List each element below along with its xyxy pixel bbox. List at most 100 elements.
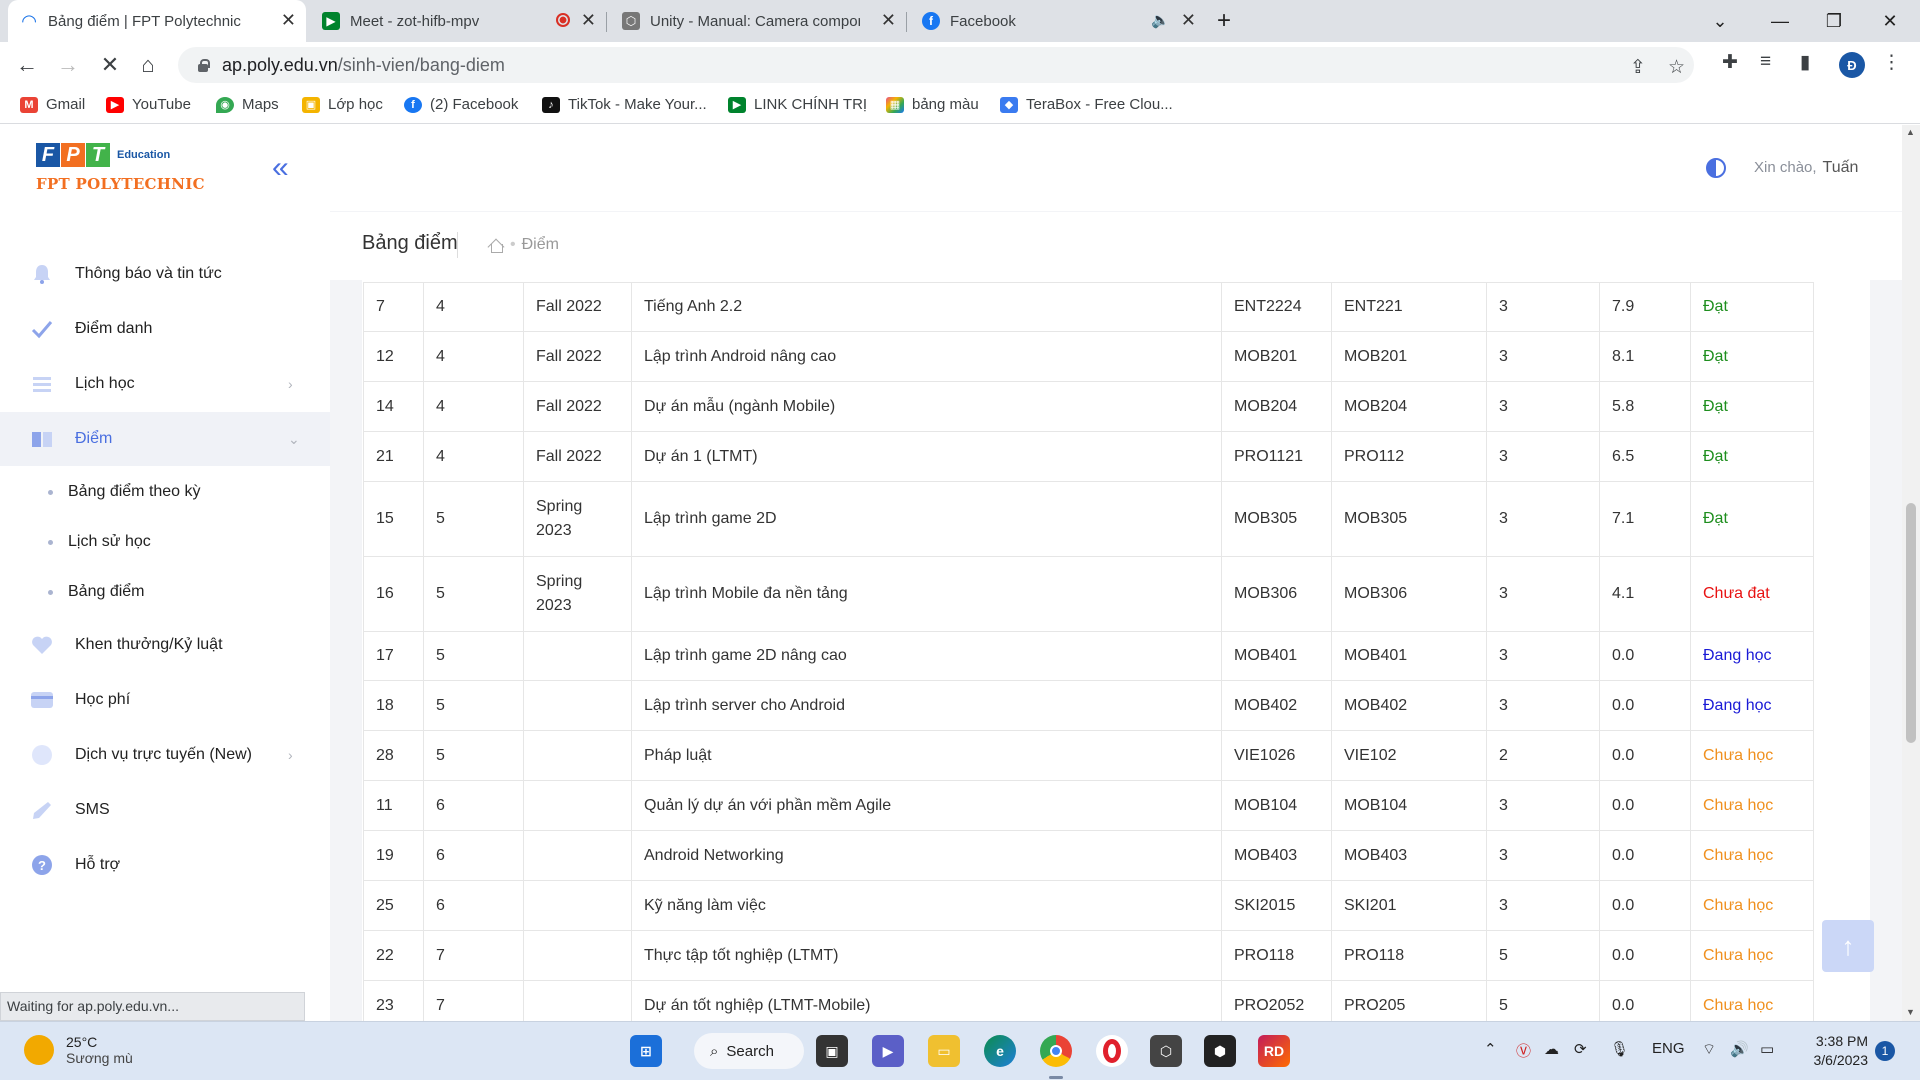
palette-icon: ▦: [886, 96, 904, 113]
share-icon[interactable]: ⇪: [1630, 56, 1646, 79]
close-tab-icon[interactable]: ✕: [1181, 10, 1196, 31]
home-button[interactable]: ⌂: [133, 50, 163, 80]
close-tab-icon[interactable]: ✕: [581, 10, 596, 31]
sidebar-subitem-transcript[interactable]: Bảng điểm: [0, 572, 330, 612]
extensions-icon[interactable]: ✚: [1722, 51, 1738, 74]
sidebar-item-support[interactable]: ? Hỗ trợ: [0, 838, 330, 892]
file-explorer-icon[interactable]: ▭: [928, 1035, 960, 1067]
taskbar-search[interactable]: ⌕ Search: [694, 1033, 804, 1069]
volume-icon[interactable]: 🔊: [1730, 1040, 1749, 1058]
close-tab-icon[interactable]: ✕: [281, 10, 296, 31]
sidebar-item-label: Điểm danh: [75, 320, 153, 337]
profile-avatar[interactable]: Đ: [1839, 52, 1865, 78]
maps-icon: ◉: [216, 96, 234, 113]
col-term: 4: [423, 381, 524, 432]
microphone-icon[interactable]: 🎙: [1610, 1040, 1629, 1058]
restore-button[interactable]: ❐: [1806, 0, 1862, 42]
sidebar-item-online-services[interactable]: Dịch vụ trực tuyến (New) ›: [0, 728, 330, 782]
media-control-icon[interactable]: ≡: [1760, 51, 1771, 73]
table-row: 25 6 Kỹ năng làm việc SKI2015 SKI201 3 0.0 Chưa…: [363, 880, 1814, 931]
sidebar-item-attendance[interactable]: Điểm danh: [0, 302, 330, 356]
bookmark-star-icon[interactable]: ☆: [1668, 56, 1685, 79]
sidebar-item-tuition[interactable]: Học phí: [0, 673, 330, 727]
col-index: 21: [363, 431, 424, 482]
tab-bang-diem[interactable]: ◠ Bảng điểm | FPT Polytechnic ✕: [8, 0, 306, 42]
breadcrumb-item[interactable]: Điểm: [522, 236, 559, 254]
scrollbar-thumb[interactable]: [1906, 503, 1916, 743]
teams-chat-icon[interactable]: ▶: [872, 1035, 904, 1067]
phone-icon: [33, 802, 51, 819]
sidebar-item-schedule[interactable]: Lịch học ›: [0, 357, 330, 411]
bookmark-gmail[interactable]: M Gmail: [20, 96, 85, 113]
bookmark-terabox[interactable]: ◆ TeraBox - Free Clou...: [1000, 96, 1173, 113]
language-indicator[interactable]: ENG: [1652, 1040, 1685, 1057]
fpt-polytechnic-logo[interactable]: FPT Education FPT POLYTECHNIC: [36, 143, 205, 193]
sync-icon[interactable]: ⟳: [1574, 1040, 1587, 1058]
home-icon[interactable]: [488, 238, 504, 253]
collapse-sidebar-icon[interactable]: «: [272, 151, 289, 185]
bookmark-link-chinh-tri[interactable]: ▶ LINK CHÍNH TRỊ: [728, 96, 867, 113]
opera-icon[interactable]: [1096, 1035, 1128, 1067]
menu-kebab-icon[interactable]: ⋮: [1882, 51, 1901, 74]
back-button[interactable]: ←: [12, 50, 42, 80]
antivirus-icon[interactable]: Ⓥ: [1516, 1040, 1531, 1061]
side-panel-icon[interactable]: ▮: [1800, 51, 1810, 74]
tab-separator: [906, 12, 907, 32]
scroll-to-top-button[interactable]: ↑: [1822, 920, 1874, 972]
bookmark-maps[interactable]: ◉ Maps: [216, 96, 279, 113]
user-greeting[interactable]: Xin chào, Tuấn: [1754, 159, 1858, 177]
stop-loading-button[interactable]: ✕: [95, 50, 125, 80]
tab-meet[interactable]: ▶ Meet - zot-hifb-mpv ✕: [310, 0, 607, 42]
chrome-icon[interactable]: [1040, 1035, 1072, 1067]
tab-search-chevron-icon[interactable]: ⌄: [1692, 0, 1748, 42]
close-tab-icon[interactable]: ✕: [881, 10, 896, 31]
close-window-button[interactable]: ✕: [1862, 0, 1918, 42]
bookmark-youtube[interactable]: ▶ YouTube: [106, 96, 191, 113]
show-hidden-icons-chevron-icon[interactable]: ⌃: [1484, 1040, 1497, 1058]
sidebar-item-notifications[interactable]: Thông báo và tin tức: [0, 247, 330, 301]
forward-button[interactable]: →: [53, 50, 83, 80]
windows-start-icon[interactable]: ⊞: [630, 1035, 662, 1067]
battery-icon[interactable]: ▭: [1760, 1040, 1774, 1058]
sidebar-item-grades[interactable]: Điểm ⌄: [0, 412, 330, 466]
new-tab-button[interactable]: +: [1206, 0, 1242, 42]
minimize-button[interactable]: —: [1752, 0, 1808, 42]
scroll-up-arrow-icon[interactable]: ▲: [1906, 127, 1915, 137]
audio-playing-icon[interactable]: 🔈: [1151, 11, 1170, 29]
tab-facebook[interactable]: f Facebook 🔈 ✕: [910, 0, 1206, 42]
sidebar-item-rewards[interactable]: Khen thưởng/Kỷ luật: [0, 618, 330, 672]
col-status: Chưa học: [1690, 830, 1814, 881]
list-icon: [33, 377, 51, 392]
bookmark-tiktok[interactable]: ♪ TikTok - Make Your...: [542, 96, 707, 113]
bookmark-facebook[interactable]: f (2) Facebook: [404, 96, 518, 113]
rider-icon[interactable]: RD: [1258, 1035, 1290, 1067]
col-score: 0.0: [1599, 730, 1691, 781]
wifi-icon[interactable]: ⌔: [1702, 1040, 1716, 1059]
weather-fog-icon: [24, 1035, 54, 1065]
unity-hub-icon[interactable]: ⬡: [1150, 1035, 1182, 1067]
weather-widget[interactable]: 25°C Sương mù: [24, 1034, 133, 1066]
tab-unity[interactable]: ⬡ Unity - Manual: Camera compon ✕: [610, 0, 907, 42]
col-replace-code: MOB104: [1331, 780, 1487, 831]
col-subject-code: SKI2015: [1221, 880, 1332, 931]
edge-icon[interactable]: e: [984, 1035, 1016, 1067]
sidebar-subitem-study-history[interactable]: Lịch sử học: [0, 522, 330, 562]
sidebar-subitem-term-grades[interactable]: Bảng điểm theo kỳ: [0, 472, 330, 512]
task-view-icon[interactable]: ▣: [816, 1035, 848, 1067]
scroll-down-arrow-icon[interactable]: ▼: [1906, 1007, 1915, 1017]
windows-taskbar: 25°C Sương mù ⊞ ⌕ Search ▣ ▶ ▭ e ⬡ ⬢ RD …: [0, 1021, 1920, 1080]
notification-badge[interactable]: 1: [1875, 1041, 1895, 1061]
system-clock[interactable]: 3:38 PM 3/6/2023: [1810, 1032, 1869, 1070]
onedrive-cloud-icon[interactable]: ☁: [1544, 1040, 1559, 1058]
col-replace-code: VIE102: [1331, 730, 1487, 781]
theme-toggle-icon[interactable]: [1706, 158, 1726, 178]
page-scrollbar[interactable]: ▲ ▼: [1902, 125, 1920, 1021]
sidebar-item-sms[interactable]: SMS: [0, 783, 330, 837]
unity-editor-icon[interactable]: ⬢: [1204, 1035, 1236, 1067]
bullet-icon: [48, 589, 53, 595]
lock-icon[interactable]: [196, 58, 210, 72]
bookmark-classroom[interactable]: ▣ Lớp học: [302, 96, 383, 113]
col-semester: Spring 2023: [523, 556, 632, 632]
address-bar[interactable]: ap.poly.edu.vn/sinh-vien/bang-diem ⇪ ☆: [178, 47, 1694, 83]
bookmark-bang-mau[interactable]: ▦ bảng màu: [886, 96, 979, 113]
